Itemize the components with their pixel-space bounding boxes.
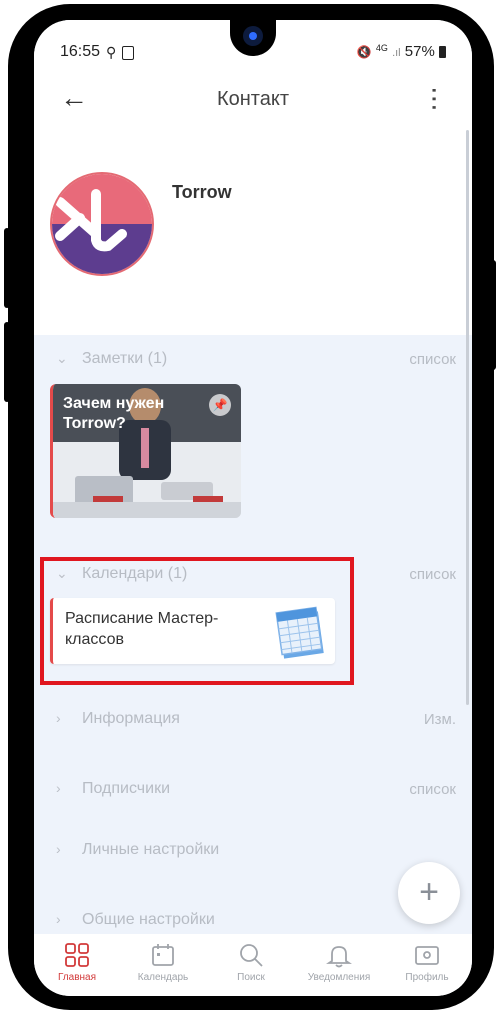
section-subscribers-header[interactable]: › Подписчики список [34, 778, 472, 802]
torrow-logo-icon [52, 174, 152, 274]
section-personal-settings-header[interactable]: › Личные настройки [34, 839, 472, 863]
nav-label: Профиль [405, 972, 449, 983]
avatar[interactable] [50, 172, 154, 276]
nav-calendar[interactable]: Календарь [120, 940, 206, 983]
volume-button [4, 228, 10, 308]
nav-notifications[interactable]: Уведомления [296, 940, 382, 983]
section-list-link[interactable]: список [409, 781, 456, 798]
search-icon [208, 940, 294, 970]
add-button[interactable]: + [398, 862, 460, 924]
nav-search[interactable]: Поиск [208, 940, 294, 983]
scrollbar[interactable] [466, 130, 469, 705]
contact-name: Torrow [172, 182, 232, 202]
profile-card-icon [384, 940, 470, 970]
section-label: Заметки (1) [82, 350, 168, 367]
app-status-icon [122, 46, 135, 61]
section-label: Подписчики [82, 780, 171, 797]
more-options-icon[interactable]: ⋯ [419, 86, 450, 110]
mute-icon: 🔇 [356, 45, 372, 59]
app-bar: ← Контакт ⋯ [34, 78, 472, 130]
nav-label: Главная [57, 972, 97, 983]
search-status-icon: ⚲ [106, 44, 117, 60]
bell-icon [296, 940, 382, 970]
section-info-header[interactable]: › Информация Изм. [34, 708, 472, 732]
signal-icon: .ıl [392, 47, 401, 59]
chevron-right-icon: › [56, 780, 61, 796]
bottom-navigation: Главная Календарь Поиск Уведомления Проф… [34, 934, 472, 996]
nav-label: Уведомления [307, 972, 371, 983]
chevron-right-icon: › [56, 841, 61, 857]
section-edit-link[interactable]: Изм. [424, 711, 456, 728]
chevron-right-icon: › [56, 911, 61, 927]
chevron-down-icon: ⌄ [56, 350, 68, 366]
section-list-link[interactable]: список [409, 566, 456, 583]
chevron-right-icon: › [56, 710, 61, 726]
nav-label: Поиск [237, 972, 265, 983]
battery-percent: 57% [404, 43, 435, 60]
nav-home[interactable]: Главная [34, 940, 120, 983]
section-label: Общие настройки [82, 911, 215, 928]
highlight-box [40, 557, 354, 685]
pin-icon[interactable]: 📌 [209, 394, 231, 416]
status-left-icons: ⚲ [106, 44, 135, 61]
volume-button-2 [4, 322, 10, 402]
front-camera-icon [243, 26, 263, 46]
section-list-link[interactable]: список [409, 351, 456, 368]
nav-label: Календарь [137, 972, 189, 983]
note-title: Зачем нужен Torrow? [63, 395, 165, 432]
network-label: 4G [375, 43, 388, 53]
page-title: Контакт [216, 88, 289, 110]
calendar-icon [120, 940, 206, 970]
section-label: Информация [82, 710, 180, 727]
power-button [490, 260, 496, 370]
status-time: 16:55 [60, 43, 101, 60]
section-label: Личные настройки [82, 841, 220, 858]
section-notes-header[interactable]: ⌄ Заметки (1) список [34, 348, 472, 372]
status-right: 🔇 4G .ıl 57% [357, 43, 446, 60]
home-grid-icon [34, 940, 120, 970]
nav-profile[interactable]: Профиль [384, 940, 470, 983]
profile-header: Torrow [34, 130, 472, 335]
note-card[interactable]: Зачем нужен Torrow? 📌 [50, 384, 241, 518]
screen: 16:55 ⚲ 🔇 4G .ıl 57% ← Контакт ⋯ Torrow … [34, 20, 472, 996]
battery-icon [439, 46, 446, 59]
